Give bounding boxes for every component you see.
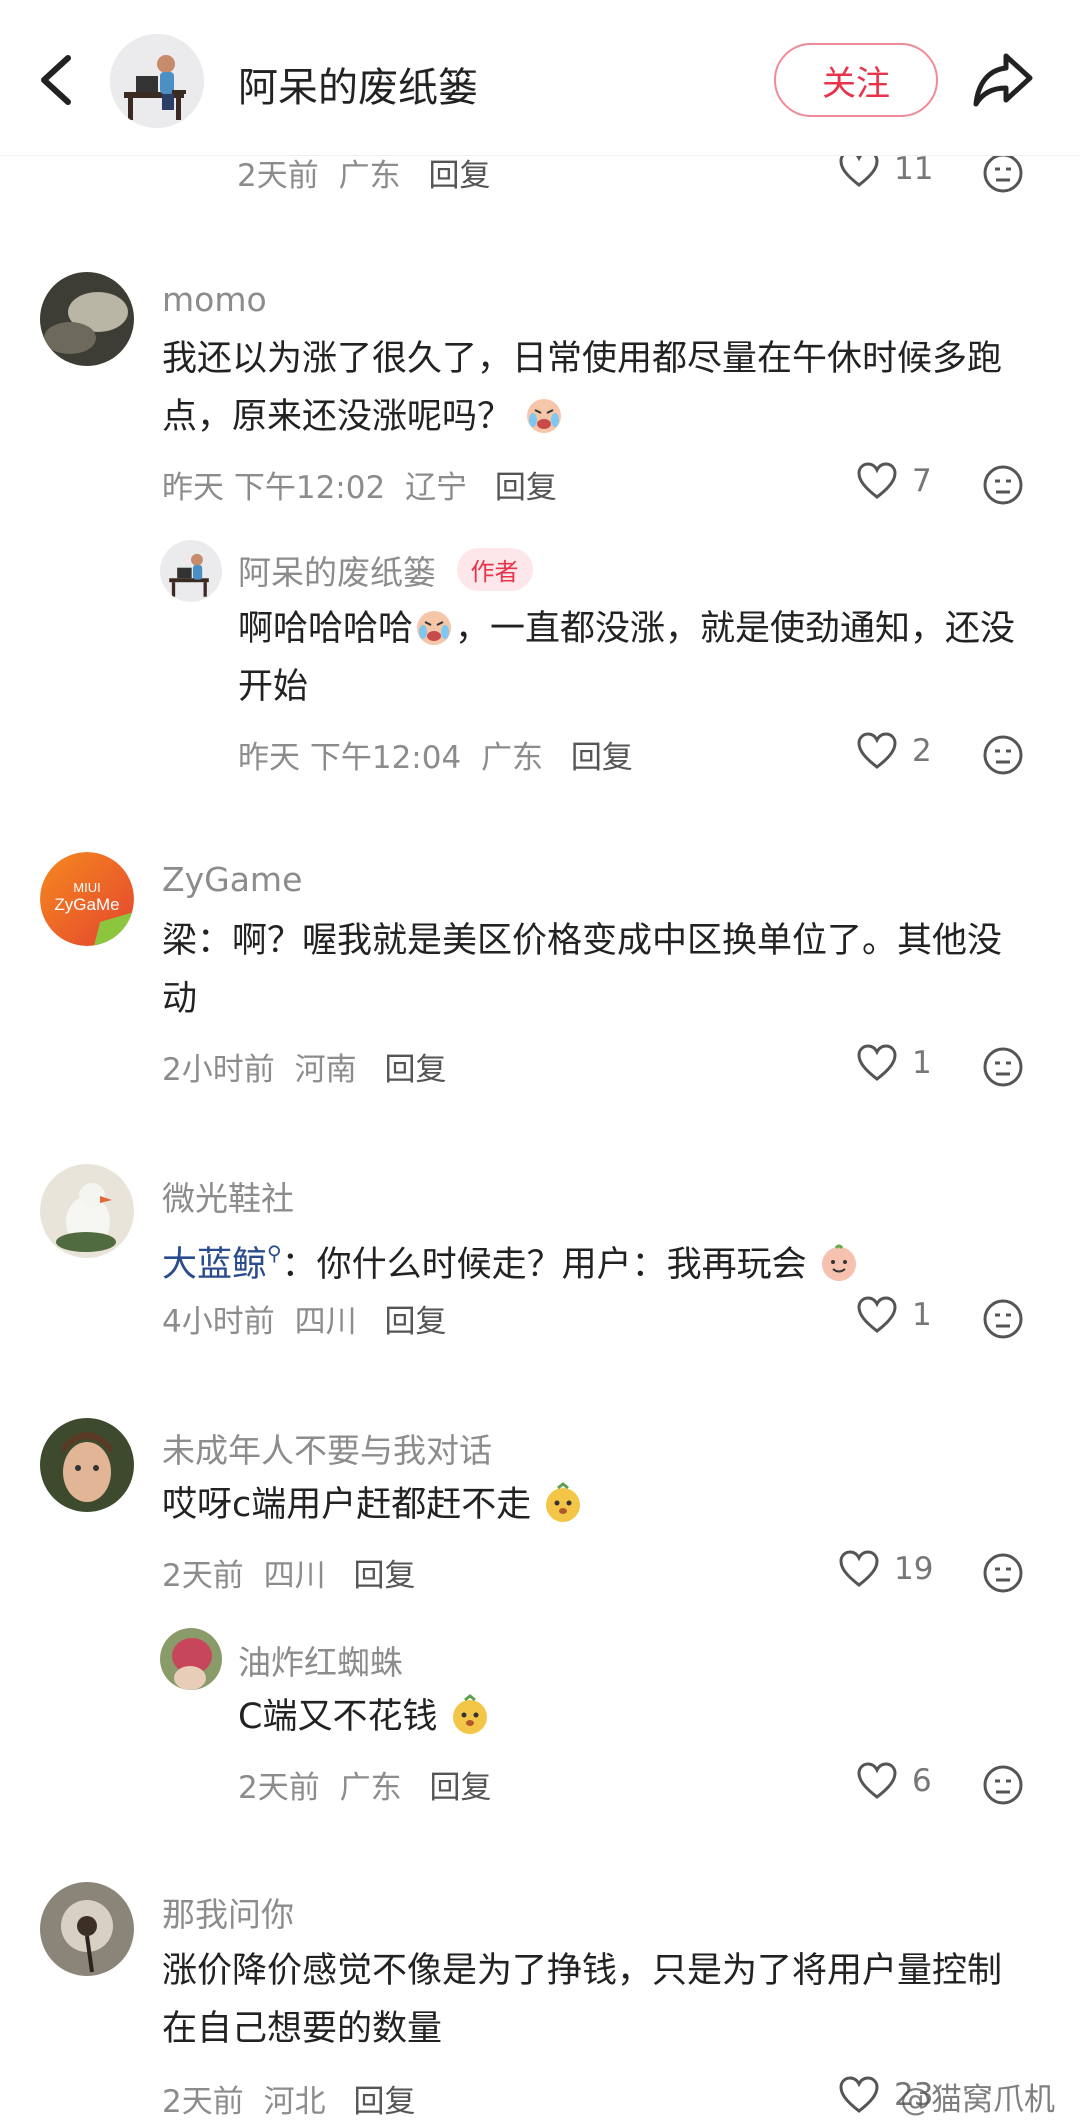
dislike-icon[interactable] (982, 1046, 1024, 1088)
comment-location: 河南 (294, 1052, 357, 1088)
avatar-label: MIUI (73, 880, 100, 895)
heart-icon (857, 732, 897, 769)
heart-icon (839, 2076, 879, 2113)
heart-icon (857, 1044, 897, 1081)
like-button[interactable]: 19 (838, 1550, 933, 1588)
reply-button[interactable]: 回复 (384, 1052, 446, 1088)
heart-icon (857, 1296, 897, 1333)
dislike-icon[interactable] (982, 1552, 1024, 1594)
page-title: 阿呆的废纸篓 (238, 65, 478, 111)
comment-meta: 2天前 四川 回复 (162, 1550, 415, 1595)
doge-emoji-icon (546, 1482, 581, 1522)
comment-location: 广东 (481, 740, 544, 776)
like-count: 6 (912, 1763, 932, 1799)
heart-icon (839, 1550, 879, 1587)
reply-button[interactable]: 回复 (495, 470, 557, 506)
comment-text: 涨价降价感觉不像是为了挣钱，只是为了将用户量控制在自己想要的数量 (162, 1951, 1003, 2049)
comment-time: 2天前 (237, 158, 319, 194)
crying-emoji-icon (527, 399, 562, 433)
commenter-name[interactable]: 那我问你 (162, 1888, 294, 1936)
author-avatar[interactable] (110, 34, 204, 128)
reply-button[interactable]: 回复 (384, 1304, 446, 1340)
search-icon: ⚲ (267, 1241, 282, 1265)
comment-text: 梁：啊？喔我就是美区价格变成中区换单位了。其他没动 (162, 921, 1003, 1019)
comment-meta: 2小时前 河南 回复 (162, 1044, 446, 1089)
like-button[interactable]: 6 (856, 1762, 932, 1800)
avatar[interactable] (40, 1418, 134, 1512)
comment-location: 广东 (338, 158, 401, 194)
comment-text: 我还以为涨了很久了，日常使用都尽量在午休时候多跑点，原来还没涨呢吗？ (162, 339, 1003, 437)
reply-button[interactable]: 回复 (429, 1770, 491, 1806)
like-button[interactable]: 2 (856, 732, 932, 770)
mention-link[interactable]: 大蓝鲸 (162, 1245, 267, 1285)
watermark: @猫窝爪机 (900, 2082, 1055, 2118)
back-arrow-icon[interactable] (34, 50, 80, 110)
doge-emoji-icon (452, 1694, 487, 1734)
author-badge: 作者 (456, 548, 533, 591)
reply-button[interactable]: 回复 (353, 1558, 415, 1594)
commenter-name[interactable]: ZyGame (162, 860, 302, 899)
comment-meta: 昨天 下午12:02 辽宁 回复 (162, 462, 557, 507)
like-button[interactable]: 1 (856, 1296, 932, 1334)
like-count: 1 (912, 1045, 932, 1081)
avatar[interactable] (160, 540, 222, 602)
commenter-name: 阿呆的废纸篓 作者 (238, 546, 533, 594)
comment-meta: 2天前 广东 回复 (237, 150, 490, 195)
avatar[interactable] (160, 1628, 222, 1690)
like-button[interactable]: 1 (856, 1044, 932, 1082)
comment-location: 四川 (263, 1558, 326, 1594)
commenter-name[interactable]: momo (162, 280, 267, 319)
smile-emoji-icon (821, 1244, 856, 1281)
comment-time: 4小时前 (162, 1304, 275, 1340)
avatar[interactable] (40, 1164, 134, 1258)
dislike-icon[interactable] (982, 152, 1024, 194)
comment-text: 哎呀c端用户赶都赶不走 (162, 1476, 1022, 1534)
share-icon[interactable] (972, 50, 1034, 108)
dislike-icon[interactable] (982, 1764, 1024, 1806)
comment-meta: 2天前 河北 回复 (162, 2076, 415, 2121)
follow-button[interactable]: 关注 (774, 43, 938, 117)
crying-emoji-icon (417, 611, 452, 645)
avatar[interactable] (40, 272, 134, 366)
like-count: 2 (912, 733, 932, 769)
top-bar: 阿呆的废纸篓 关注 (0, 0, 1080, 156)
reply-button[interactable]: 回复 (353, 2084, 415, 2120)
avatar[interactable]: MIUI ZyGaMe (40, 852, 134, 946)
dislike-icon[interactable] (982, 734, 1024, 776)
comment-location: 广东 (339, 1770, 402, 1806)
comment-location: 河北 (263, 2084, 326, 2120)
comment-meta: 4小时前 四川 回复 (162, 1296, 446, 1341)
like-count: 11 (894, 151, 934, 187)
avatar[interactable] (40, 1882, 134, 1976)
avatar-label: ZyGaMe (54, 895, 119, 914)
comment-text: C端又不花钱 (238, 1688, 1028, 1746)
comment-time: 2天前 (162, 1558, 244, 1594)
comment-text: 大蓝鲸⚲：你什么时候走？用户：我再玩会 (162, 1224, 1022, 1294)
commenter-name[interactable]: 微光鞋社 (162, 1172, 294, 1220)
dislike-icon[interactable] (982, 464, 1024, 506)
dislike-icon[interactable] (982, 1298, 1024, 1340)
like-count: 1 (912, 1297, 932, 1333)
reply-button[interactable]: 回复 (571, 740, 633, 776)
like-button[interactable]: 7 (856, 462, 932, 500)
comment-time: 2天前 (162, 2084, 244, 2120)
comment-meta: 昨天 下午12:04 广东 回复 (238, 732, 633, 777)
commenter-name[interactable]: 油炸红蜘蛛 (238, 1636, 403, 1684)
heart-icon (857, 1762, 897, 1799)
commenter-name[interactable]: 未成年人不要与我对话 (162, 1424, 492, 1472)
comment-location: 四川 (294, 1304, 357, 1340)
comment-page: 阿呆的废纸篓 关注 2天前 广东 回复 11 momo 我还以为涨了很久了，日常… (0, 0, 1080, 2122)
comment-time: 2天前 (238, 1770, 320, 1806)
comment-location: 辽宁 (405, 470, 468, 506)
like-count: 19 (894, 1551, 934, 1587)
comment-time: 昨天 下午12:04 (238, 740, 462, 776)
heart-icon (857, 462, 897, 499)
comment-time: 昨天 下午12:02 (162, 470, 386, 506)
reply-button[interactable]: 回复 (428, 158, 490, 194)
comment-meta: 2天前 广东 回复 (238, 1762, 491, 1807)
comment-time: 2小时前 (162, 1052, 275, 1088)
like-count: 7 (912, 463, 932, 499)
comment-text: 啊哈哈哈哈 ，一直都没涨，就是使劲通知，还没开始 (238, 600, 1028, 716)
